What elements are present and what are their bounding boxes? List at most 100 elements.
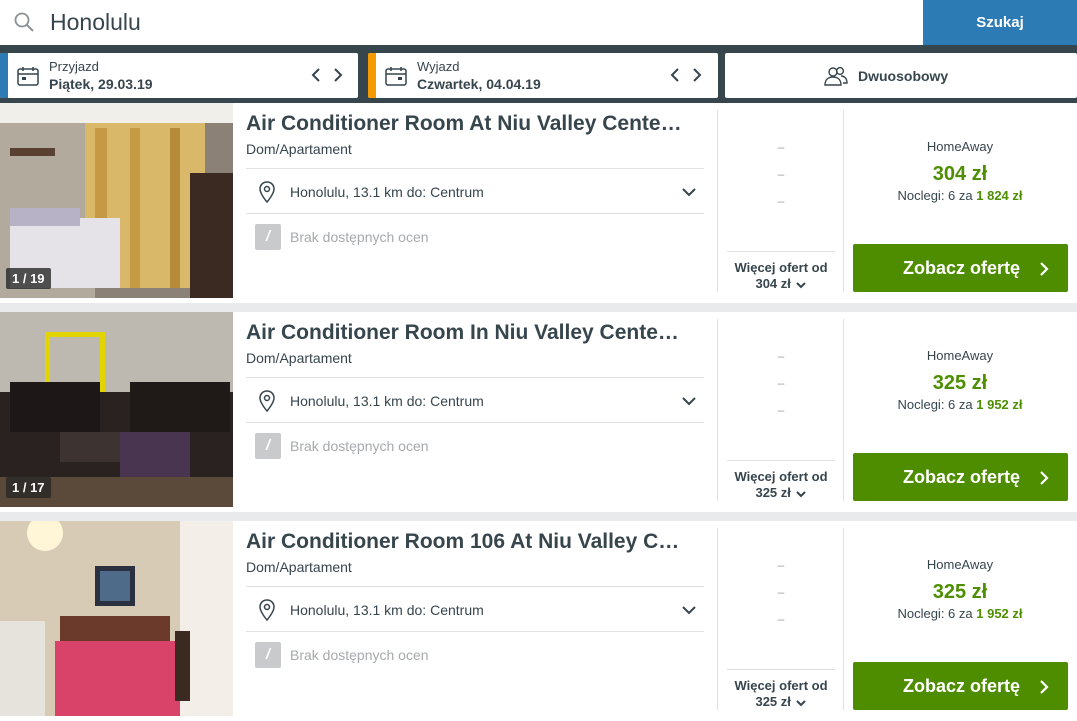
empty-price-dash: – bbox=[777, 585, 785, 599]
total-price: 1 952 zł bbox=[976, 606, 1023, 621]
total-price: 1 824 zł bbox=[976, 188, 1023, 203]
divider bbox=[717, 528, 718, 710]
total-price-info: Noclegi: 6 za 1 952 zł bbox=[845, 606, 1075, 621]
date-bar: Przyjazd Piątek, 29.03.19 Wyjazd Czwarte… bbox=[0, 45, 1077, 103]
empty-price-dash: – bbox=[777, 140, 785, 154]
provider-name: HomeAway bbox=[926, 139, 994, 154]
search-bar: Szukaj bbox=[0, 0, 1077, 45]
chevron-down-icon bbox=[795, 281, 806, 288]
divider bbox=[246, 631, 704, 632]
result-card: Air Conditioner Room 106 At Niu Valley C… bbox=[0, 521, 1077, 721]
accommodation-type: Dom/Apartament bbox=[246, 350, 352, 366]
view-deal-button[interactable]: Zobacz ofertę bbox=[853, 244, 1068, 292]
view-deal-button[interactable]: Zobacz ofertę bbox=[853, 453, 1068, 501]
price-per-night: 304 zł bbox=[932, 163, 988, 185]
chevron-right-icon[interactable] bbox=[327, 63, 349, 87]
hotel-title[interactable]: Air Conditioner Room 106 At Niu Valley C… bbox=[246, 530, 708, 554]
rating-badge: / bbox=[255, 224, 281, 250]
nights-text: Noclegi: 6 za bbox=[897, 188, 973, 203]
chevron-right-icon[interactable] bbox=[686, 63, 708, 87]
checkin-date-field[interactable]: Przyjazd Piątek, 29.03.19 bbox=[0, 53, 358, 98]
divider bbox=[717, 110, 718, 292]
search-input[interactable] bbox=[50, 4, 910, 40]
checkin-label: Przyjazd bbox=[49, 59, 99, 74]
price-per-night: 325 zł bbox=[932, 372, 988, 394]
search-button[interactable]: Szukaj bbox=[923, 0, 1077, 45]
search-icon bbox=[14, 12, 34, 32]
divider bbox=[246, 377, 704, 378]
divider bbox=[843, 110, 844, 292]
divider bbox=[727, 251, 835, 252]
more-offers-price: 325 zł bbox=[755, 694, 791, 709]
chevron-down-icon[interactable] bbox=[680, 184, 698, 200]
checkout-date-field[interactable]: Wyjazd Czwartek, 04.04.19 bbox=[368, 53, 718, 98]
divider bbox=[717, 319, 718, 501]
rating-text: Brak dostępnych ocen bbox=[290, 647, 429, 663]
view-deal-label: Zobacz ofertę bbox=[903, 466, 1021, 487]
divider bbox=[843, 528, 844, 710]
total-price-info: Noclegi: 6 za 1 824 zł bbox=[845, 188, 1075, 203]
total-price: 1 952 zł bbox=[976, 397, 1023, 412]
checkout-accent bbox=[368, 53, 376, 98]
empty-price-dash: – bbox=[777, 167, 785, 181]
empty-price-dash: – bbox=[777, 612, 785, 626]
view-deal-label: Zobacz ofertę bbox=[903, 675, 1021, 696]
result-card: 1 / 17 Air Conditioner Room In Niu Valle… bbox=[0, 312, 1077, 512]
provider-name: HomeAway bbox=[926, 557, 994, 572]
guests-label: Dwuosobowy bbox=[858, 68, 949, 84]
image-counter: 1 / 19 bbox=[6, 268, 51, 289]
hotel-title[interactable]: Air Conditioner Room In Niu Valley Cente… bbox=[246, 321, 708, 345]
chevron-down-icon bbox=[795, 699, 806, 706]
more-offers-price: 325 zł bbox=[755, 485, 791, 500]
nights-text: Noclegi: 6 za bbox=[897, 397, 973, 412]
chevron-right-icon bbox=[1040, 680, 1049, 694]
location-text: Honolulu, 13.1 km do: Centrum bbox=[290, 184, 484, 200]
checkout-value: Czwartek, 04.04.19 bbox=[417, 76, 541, 92]
more-offers-label: Więcej ofert od bbox=[734, 260, 828, 275]
location-text: Honolulu, 13.1 km do: Centrum bbox=[290, 393, 484, 409]
more-offers-label: Więcej ofert od bbox=[734, 469, 828, 484]
rating-text: Brak dostępnych ocen bbox=[290, 438, 429, 454]
provider-name: HomeAway bbox=[926, 348, 994, 363]
hotel-photo[interactable] bbox=[0, 521, 233, 716]
chevron-left-icon[interactable] bbox=[664, 63, 686, 87]
divider bbox=[843, 319, 844, 501]
divider bbox=[727, 460, 835, 461]
rating-badge: / bbox=[255, 642, 281, 668]
chevron-down-icon bbox=[795, 490, 806, 497]
guests-selector[interactable]: Dwuosobowy bbox=[725, 53, 1077, 98]
view-deal-label: Zobacz ofertę bbox=[903, 257, 1021, 278]
empty-price-dash: – bbox=[777, 349, 785, 363]
price-per-night: 325 zł bbox=[932, 581, 988, 603]
more-offers-button[interactable]: Więcej ofert od 304 zł bbox=[723, 260, 839, 292]
empty-price-dash: – bbox=[777, 558, 785, 572]
location-pin-icon bbox=[259, 181, 275, 203]
location-text: Honolulu, 13.1 km do: Centrum bbox=[290, 602, 484, 618]
empty-price-dash: – bbox=[777, 403, 785, 417]
divider bbox=[246, 213, 704, 214]
empty-price-dash: – bbox=[777, 376, 785, 390]
divider bbox=[727, 669, 835, 670]
accommodation-type: Dom/Apartament bbox=[246, 141, 352, 157]
divider bbox=[246, 168, 704, 169]
checkin-accent bbox=[0, 53, 8, 98]
accommodation-type: Dom/Apartament bbox=[246, 559, 352, 575]
calendar-icon bbox=[385, 67, 407, 86]
more-offers-button[interactable]: Więcej ofert od 325 zł bbox=[723, 678, 839, 710]
divider bbox=[246, 586, 704, 587]
chevron-down-icon[interactable] bbox=[680, 393, 698, 409]
location-pin-icon bbox=[259, 390, 275, 412]
hotel-title[interactable]: Air Conditioner Room At Niu Valley Cente… bbox=[246, 112, 708, 136]
chevron-down-icon[interactable] bbox=[680, 602, 698, 618]
guests-icon bbox=[824, 66, 848, 86]
divider bbox=[246, 422, 704, 423]
chevron-left-icon[interactable] bbox=[305, 63, 327, 87]
more-offers-button[interactable]: Więcej ofert od 325 zł bbox=[723, 469, 839, 501]
more-offers-label: Więcej ofert od bbox=[734, 678, 828, 693]
chevron-right-icon bbox=[1040, 262, 1049, 276]
calendar-icon bbox=[17, 67, 39, 86]
chevron-right-icon bbox=[1040, 471, 1049, 485]
view-deal-button[interactable]: Zobacz ofertę bbox=[853, 662, 1068, 710]
empty-price-dash: – bbox=[777, 194, 785, 208]
image-counter: 1 / 17 bbox=[6, 477, 51, 498]
